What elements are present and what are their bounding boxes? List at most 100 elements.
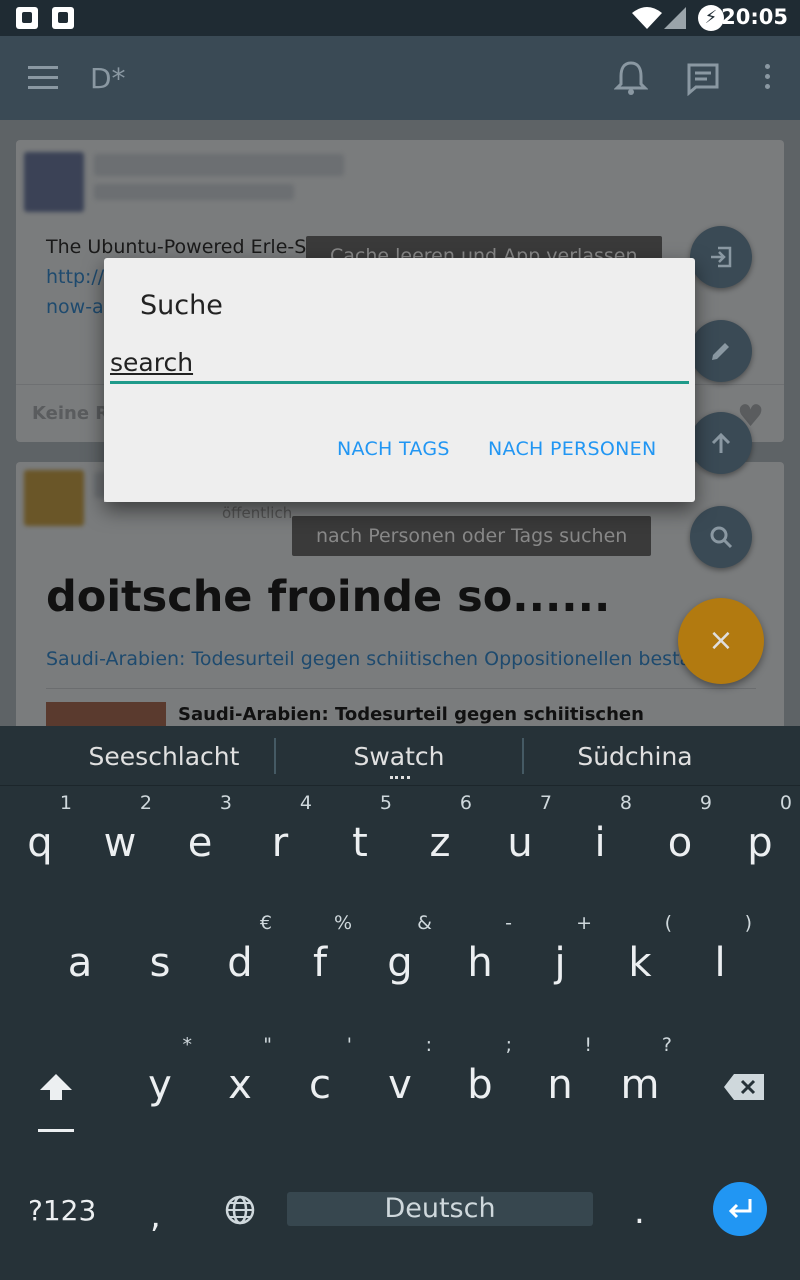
suggestion-2[interactable]: Swatch — [288, 742, 510, 771]
key-i[interactable]: i8 — [560, 792, 640, 892]
search-icon — [710, 526, 733, 549]
key-k[interactable]: k( — [600, 912, 680, 1012]
notifications-bell-icon[interactable] — [614, 60, 648, 96]
exit-app-button[interactable] — [690, 226, 752, 288]
overflow-menu-icon[interactable] — [760, 64, 774, 94]
key-hint: 5 — [379, 792, 392, 814]
link-preview-title[interactable]: Saudi-Arabien: Todesurteil gegen schiiti… — [178, 704, 644, 725]
key-l[interactable]: l) — [680, 912, 760, 1012]
close-fab-menu-button[interactable]: × — [678, 598, 764, 684]
key-o[interactable]: o9 — [640, 792, 720, 892]
key-r[interactable]: r4 — [240, 792, 320, 892]
link-preview-image[interactable] — [46, 702, 166, 726]
enter-icon — [728, 1199, 752, 1219]
shift-icon[interactable] — [38, 1072, 74, 1102]
comma-key[interactable]: , — [150, 1196, 161, 1236]
wifi-icon — [632, 7, 662, 29]
key-label: p — [747, 820, 773, 866]
author-name — [94, 154, 344, 176]
post-link[interactable]: now-a — [46, 296, 104, 318]
key-m[interactable]: m? — [600, 1034, 680, 1134]
key-hint: " — [263, 1034, 272, 1056]
key-j[interactable]: j + — [520, 912, 600, 1012]
suggestion-1[interactable]: Seeschlacht — [54, 742, 274, 771]
key-label: h — [467, 940, 493, 986]
key-b[interactable]: b; — [440, 1034, 520, 1134]
search-input[interactable] — [110, 344, 689, 384]
key-c[interactable]: c ' — [280, 1034, 360, 1134]
post-link[interactable]: Saudi-Arabien: Todesurteil gegen schiiti… — [46, 648, 691, 670]
key-hint: 9 — [699, 792, 712, 814]
suggestion-3[interactable]: Südchina — [526, 742, 744, 771]
key-label: e — [187, 820, 213, 866]
dialog-title: Suche — [140, 290, 223, 321]
conversations-icon[interactable] — [686, 62, 720, 96]
divider — [274, 738, 276, 774]
key-hint: ? — [661, 1034, 672, 1056]
symbols-key[interactable]: ?123 — [28, 1194, 96, 1227]
key-t[interactable]: t5 — [320, 792, 400, 892]
period-key[interactable]: . — [634, 1192, 645, 1232]
key-hint: ) — [744, 912, 752, 934]
key-h[interactable]: h- — [440, 912, 520, 1012]
key-hint: 2 — [139, 792, 152, 814]
compose-button[interactable] — [690, 320, 752, 382]
key-x[interactable]: x " — [200, 1034, 280, 1134]
search-dialog: Suche NACH TAGS NACH PERSONEN — [104, 258, 695, 502]
key-label: o — [667, 820, 693, 866]
key-d[interactable]: d € — [200, 912, 280, 1012]
key-w[interactable]: w2 — [80, 792, 160, 892]
battery-charging-icon: ⚡ — [698, 5, 724, 31]
key-label: z — [429, 820, 451, 866]
space-key[interactable]: Deutsch — [287, 1192, 593, 1226]
key-p[interactable]: p0 — [720, 792, 800, 892]
clock: 20:05 — [721, 5, 788, 29]
app-title: D* — [90, 62, 126, 95]
key-v[interactable]: v: — [360, 1034, 440, 1134]
globe-icon[interactable] — [224, 1194, 256, 1226]
key-hint: ( — [664, 912, 672, 934]
key-z[interactable]: z6 — [400, 792, 480, 892]
key-label: t — [352, 820, 368, 866]
key-hint: ! — [584, 1034, 592, 1056]
divider — [46, 688, 756, 689]
divider — [522, 738, 524, 774]
search-by-people-button[interactable]: NACH PERSONEN — [488, 438, 656, 460]
exit-icon — [711, 246, 732, 268]
key-label: j — [554, 940, 566, 986]
pencil-icon — [712, 343, 729, 360]
vpn-lock-icon — [52, 7, 74, 29]
key-label: c — [309, 1062, 331, 1108]
key-hint: % — [333, 912, 352, 934]
search-button[interactable] — [690, 506, 752, 568]
key-label: i — [594, 820, 606, 866]
post-link[interactable]: http:// — [46, 266, 104, 288]
key-a[interactable]: a — [40, 912, 120, 1012]
key-e[interactable]: e3 — [160, 792, 240, 892]
key-label: f — [312, 940, 328, 986]
key-g[interactable]: g & — [360, 912, 440, 1012]
key-f[interactable]: f% — [280, 912, 360, 1012]
key-y[interactable]: y * — [120, 1034, 200, 1134]
backspace-icon[interactable] — [724, 1074, 764, 1100]
key-s[interactable]: s — [120, 912, 200, 1012]
avatar — [24, 470, 84, 526]
key-u[interactable]: u7 — [480, 792, 560, 892]
key-label: r — [271, 820, 289, 866]
search-by-tags-button[interactable]: NACH TAGS — [337, 438, 450, 460]
menu-icon[interactable] — [28, 66, 58, 90]
vpn-lock-icon — [16, 7, 38, 29]
key-hint: ' — [346, 1034, 352, 1056]
more-suggestions-icon[interactable] — [390, 776, 410, 780]
key-hint: € — [259, 912, 272, 934]
post-meta — [94, 184, 294, 200]
key-n[interactable]: n! — [520, 1034, 600, 1134]
key-label: b — [467, 1062, 493, 1108]
key-hint: 8 — [619, 792, 632, 814]
enter-key[interactable] — [713, 1182, 767, 1236]
key-hint: 0 — [779, 792, 792, 814]
key-hint: * — [182, 1034, 193, 1056]
scroll-top-button[interactable] — [690, 412, 752, 474]
key-hint: ; — [505, 1034, 512, 1056]
key-q[interactable]: q1 — [0, 792, 80, 892]
